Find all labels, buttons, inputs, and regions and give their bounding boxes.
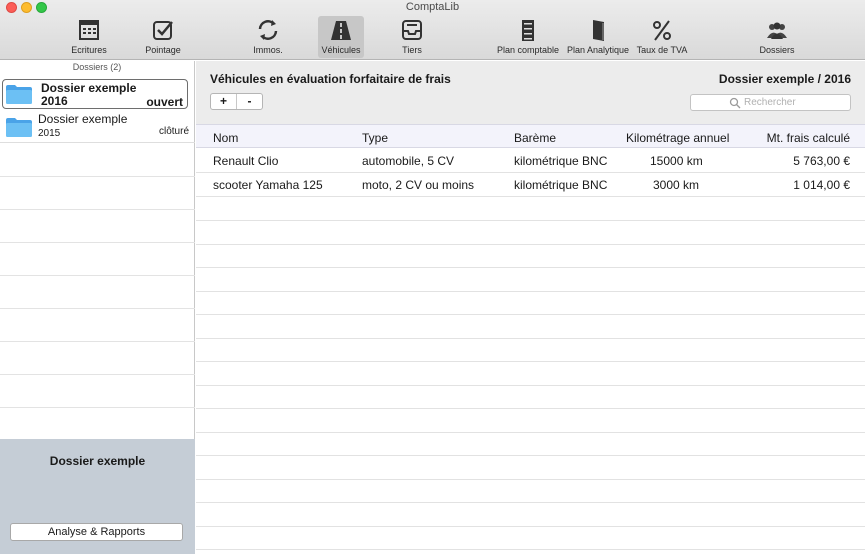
column-header-bareme[interactable]: Barème <box>514 131 556 145</box>
sidebar: Dossiers (2) Dossier exemple 2016 ouvert… <box>0 61 195 554</box>
percent-icon <box>653 20 671 41</box>
toolbar-plan-analytique-label: Plan Analytique <box>566 45 630 55</box>
empty-row-divider <box>196 385 865 386</box>
page-title: Véhicules en évaluation forfaitaire de f… <box>210 72 451 86</box>
search-input[interactable]: Rechercher <box>690 94 851 111</box>
column-header-type[interactable]: Type <box>362 131 388 145</box>
toolbar-ecritures-label: Ecritures <box>71 45 107 55</box>
dossier-status: ouvert <box>146 95 183 109</box>
dossier-item-2016[interactable]: Dossier exemple 2016 ouvert <box>2 79 188 109</box>
road-icon <box>331 21 351 40</box>
toolbar: ComptaLib Ecritures Pointage Immos. Véhi… <box>0 0 865 60</box>
toolbar-plan-analytique-button[interactable]: Plan Analytique <box>564 16 632 58</box>
toolbar-vehicules-button[interactable]: Véhicules <box>318 16 364 58</box>
table-row[interactable]: scooter Yamaha 125 moto, 2 CV ou moins k… <box>196 173 865 197</box>
empty-row-divider <box>196 338 865 339</box>
empty-row-divider <box>196 361 865 362</box>
cell-kilometrage: 15000 km <box>650 154 703 168</box>
dossier-info-title: Dossier exemple <box>49 454 146 468</box>
list-divider <box>0 275 195 276</box>
empty-row-divider <box>196 502 865 503</box>
cell-nom: scooter Yamaha 125 <box>213 178 323 192</box>
toolbar-taux-tva-button[interactable]: Taux de TVA <box>634 16 690 58</box>
toolbar-tiers-button[interactable]: Tiers <box>390 16 434 58</box>
cell-montant: 5 763,00 € <box>793 154 850 168</box>
empty-row-divider <box>196 408 865 409</box>
toolbar-ecritures-button[interactable]: Ecritures <box>60 16 118 58</box>
filing-cabinet-icon <box>522 20 534 41</box>
toolbar-plan-comptable-label: Plan comptable <box>496 45 560 55</box>
table-header: Nom Type Barème Kilométrage annuel Mt. f… <box>196 124 865 148</box>
cell-type: moto, 2 CV ou moins <box>362 178 475 192</box>
column-header-kilometrage[interactable]: Kilométrage annuel <box>626 131 729 145</box>
empty-row-divider <box>196 549 865 550</box>
cell-montant: 1 014,00 € <box>793 178 850 192</box>
add-remove-control: + - <box>210 93 263 110</box>
column-header-montant[interactable]: Mt. frais calculé <box>767 131 850 145</box>
folder-icon <box>6 85 32 104</box>
list-divider <box>0 407 195 408</box>
list-divider <box>0 209 195 210</box>
empty-row-divider <box>196 314 865 315</box>
empty-row-divider <box>196 244 865 245</box>
calendar-icon <box>79 20 99 40</box>
toolbar-taux-tva-label: Taux de TVA <box>636 45 688 55</box>
empty-row-divider <box>196 291 865 292</box>
analyse-rapports-button[interactable]: Analyse & Rapports <box>10 523 183 541</box>
column-header-nom[interactable]: Nom <box>213 131 238 145</box>
inbox-icon <box>402 20 422 40</box>
sidebar-header: Dossiers (2) <box>72 62 122 72</box>
dossier-name: Dossier exemple <box>38 112 128 126</box>
toolbar-immos-button[interactable]: Immos. <box>243 16 293 58</box>
list-divider <box>0 374 195 375</box>
list-divider <box>0 242 195 243</box>
list-divider <box>0 341 195 342</box>
refresh-icon <box>258 20 278 40</box>
dossier-status: clôturé <box>158 126 189 137</box>
toolbar-plan-comptable-button[interactable]: Plan comptable <box>494 16 562 58</box>
cell-type: automobile, 5 CV <box>362 154 455 168</box>
main-header: Véhicules en évaluation forfaitaire de f… <box>196 61 865 124</box>
toolbar-pointage-button[interactable]: Pointage <box>136 16 190 58</box>
toolbar-pointage-label: Pointage <box>145 45 181 55</box>
book-icon <box>593 20 604 41</box>
window-title: ComptaLib <box>405 1 460 13</box>
dossier-info-panel: Dossier exemple Analyse & Rapports <box>0 439 195 554</box>
dossier-item-2015[interactable]: Dossier exemple 2015 clôturé <box>0 111 195 143</box>
search-placeholder: Rechercher <box>744 97 796 108</box>
toolbar-tiers-label: Tiers <box>402 45 422 55</box>
group-icon <box>767 22 787 39</box>
empty-row-divider <box>196 220 865 221</box>
empty-row-divider <box>196 455 865 456</box>
add-vehicle-button[interactable]: + <box>211 94 236 109</box>
empty-row-divider <box>196 267 865 268</box>
toolbar-vehicules-label: Véhicules <box>321 45 361 55</box>
list-divider <box>0 176 195 177</box>
cell-kilometrage: 3000 km <box>653 178 700 192</box>
empty-row-divider <box>196 526 865 527</box>
table-row[interactable]: Renault Clio automobile, 5 CV kilométriq… <box>196 149 865 173</box>
dossier-name: Dossier exemple <box>41 81 137 95</box>
dossier-year: 2016 <box>41 94 68 108</box>
cell-nom: Renault Clio <box>213 154 279 168</box>
empty-row-divider <box>196 479 865 480</box>
list-divider <box>0 308 195 309</box>
cell-bareme: kilométrique BNC <box>514 178 608 192</box>
toolbar-immos-label: Immos. <box>253 45 283 55</box>
empty-row-divider <box>196 432 865 433</box>
toolbar-dossiers-label: Dossiers <box>759 45 795 55</box>
remove-vehicle-button[interactable]: - <box>236 94 262 109</box>
search-icon <box>729 97 741 109</box>
toolbar-dossiers-button[interactable]: Dossiers <box>752 16 802 58</box>
cell-bareme: kilométrique BNC <box>514 154 608 168</box>
dossier-year: 2015 <box>38 128 61 139</box>
folder-icon <box>6 118 32 137</box>
dossier-context: Dossier exemple / 2016 <box>718 72 851 86</box>
checkbox-icon <box>153 21 173 40</box>
